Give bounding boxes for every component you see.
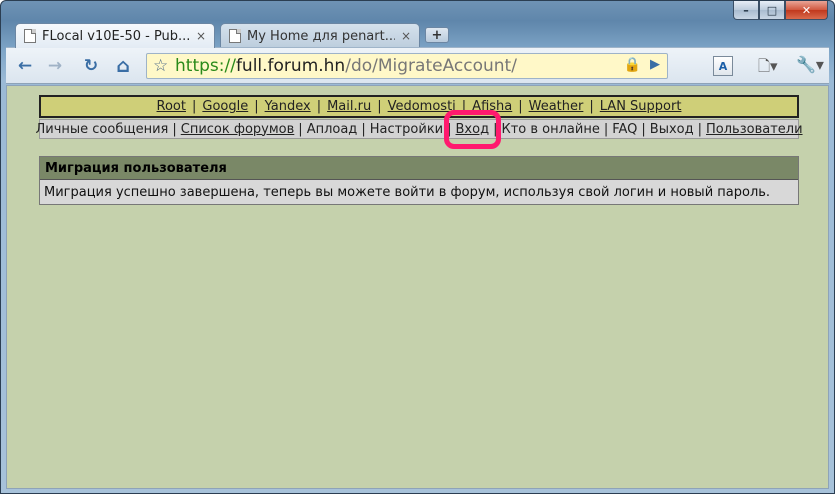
panel-title: Миграция пользователя [40, 157, 798, 180]
separator: | [641, 121, 646, 137]
home-icon[interactable]: ⌂ [110, 54, 136, 78]
tab-title: My Home для penart... [247, 28, 395, 44]
maximize-button[interactable]: □ [759, 1, 785, 20]
separator: | [377, 99, 382, 114]
page-icon [229, 29, 241, 43]
separator: | [298, 121, 303, 137]
tab-title: FLocal v10E-50 - Pub... [42, 28, 190, 44]
link-mailru[interactable]: Mail.ru [327, 99, 371, 114]
top-links-bar: Root | Google | Yandex | Mail.ru | Vedom… [39, 95, 799, 118]
address-bar[interactable]: ☆ https:// full.forum.hn /do/MigrateAcco… [146, 53, 668, 79]
migration-panel: Миграция пользователя Миграция успешно з… [39, 156, 799, 205]
link-root[interactable]: Root [157, 99, 186, 114]
separator: | [361, 121, 366, 137]
forward-icon[interactable]: → [42, 54, 68, 78]
lock-icon[interactable]: 🔒 [624, 57, 641, 73]
back-icon[interactable]: ← [12, 54, 38, 78]
close-tab-icon[interactable]: × [401, 29, 411, 43]
separator: | [603, 121, 609, 137]
browser-toolbar: ← → ↻ ⌂ ☆ https:// full.forum.hn /do/Mig… [6, 47, 829, 84]
wrench-icon[interactable]: 🔧▾ [796, 55, 824, 74]
separator: | [172, 121, 177, 137]
menu-settings[interactable]: Настройки [370, 122, 443, 137]
page-menu-icon[interactable]: 🗋▾ [758, 56, 778, 81]
new-tab-button[interactable]: + [425, 27, 449, 43]
link-google[interactable]: Google [202, 99, 248, 114]
link-weather[interactable]: Weather [529, 99, 584, 114]
reload-icon[interactable]: ↻ [78, 54, 104, 78]
forum-menu-bar: Личные сообщения | Список форумов | Апло… [35, 109, 803, 149]
menu-logout[interactable]: Выход [650, 122, 694, 137]
link-lan-support[interactable]: LAN Support [600, 99, 682, 114]
link-yandex[interactable]: Yandex [265, 99, 311, 114]
url-path: /do/MigrateAccount/ [345, 56, 517, 76]
menu-private-messages[interactable]: Личные сообщения [35, 122, 168, 137]
tab-flocal[interactable]: FLocal v10E-50 - Pub... × [15, 23, 215, 48]
tab-my-home[interactable]: My Home для penart... × [220, 23, 420, 48]
menu-users[interactable]: Пользователи [706, 122, 803, 137]
minimize-button[interactable]: – [733, 1, 759, 20]
menu-login[interactable]: Вход [443, 109, 501, 149]
browser-window: – □ ✕ FLocal v10E-50 - Pub... × My Home … [0, 0, 835, 494]
panel-message: Миграция успешно завершена, теперь вы мо… [40, 180, 798, 204]
separator: | [316, 99, 322, 114]
separator: | [697, 121, 703, 137]
page-content: Root | Google | Yandex | Mail.ru | Vedom… [6, 85, 829, 489]
url-host: full.forum.hn [235, 56, 346, 76]
close-tab-icon[interactable]: × [196, 29, 206, 43]
link-vedomosti[interactable]: Vedomosti [388, 99, 456, 114]
separator: | [589, 99, 594, 114]
page-icon [24, 29, 36, 43]
menu-who-online[interactable]: Кто в онлайне [501, 122, 599, 137]
menu-faq[interactable]: FAQ [612, 122, 637, 137]
separator: | [518, 99, 523, 114]
menu-upload[interactable]: Аплоад [307, 122, 358, 137]
close-window-button[interactable]: ✕ [785, 1, 828, 20]
go-icon[interactable]: ▶ [650, 57, 660, 72]
translate-extension-icon[interactable]: A [713, 56, 733, 76]
star-icon[interactable]: ☆ [153, 56, 168, 76]
menu-forum-list[interactable]: Список форумов [181, 122, 295, 137]
tab-strip: FLocal v10E-50 - Pub... × My Home для pe… [15, 21, 449, 48]
url-scheme: https:// [175, 56, 236, 76]
separator: | [191, 99, 197, 114]
separator: | [254, 99, 259, 114]
window-controls: – □ ✕ [733, 1, 828, 20]
